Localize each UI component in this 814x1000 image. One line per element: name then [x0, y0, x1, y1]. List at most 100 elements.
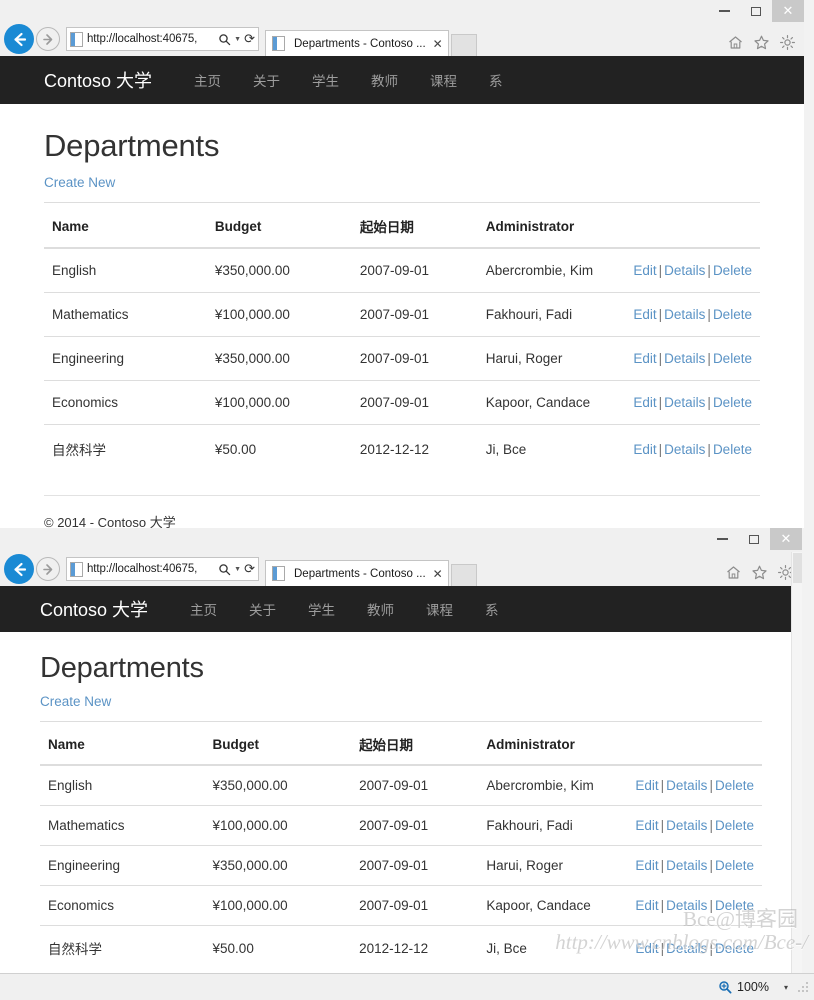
nav-item-departments[interactable]: 系 — [473, 70, 519, 90]
delete-link[interactable]: Delete — [713, 263, 752, 278]
back-button[interactable] — [4, 24, 34, 54]
edit-link[interactable]: Edit — [635, 858, 658, 873]
status-bar: 100% ▾ — [0, 973, 814, 1000]
edit-link[interactable]: Edit — [633, 351, 656, 366]
search-icon[interactable] — [218, 33, 231, 46]
cell-actions: Edit | Details | Delete — [625, 380, 760, 425]
site-brand[interactable]: Contoso 大学 — [40, 596, 148, 622]
delete-link[interactable]: Delete — [713, 395, 752, 410]
zoom-control[interactable]: 100% ▾ — [718, 980, 788, 994]
refresh-icon[interactable]: ⟳ — [244, 561, 255, 577]
scrollbar-thumb[interactable] — [793, 553, 802, 583]
address-url-text[interactable]: http://localhost:40675, — [87, 563, 218, 575]
forward-button[interactable] — [36, 27, 60, 51]
nav-item-students[interactable]: 学生 — [292, 599, 351, 619]
table-row: English ¥350,000.00 2007-09-01 Abercromb… — [40, 764, 762, 806]
delete-link[interactable]: Delete — [715, 858, 754, 873]
nav-item-about[interactable]: 关于 — [237, 70, 296, 90]
create-new-link[interactable]: Create New — [40, 694, 111, 709]
nav-item-departments[interactable]: 系 — [469, 599, 515, 619]
details-link[interactable]: Details — [664, 307, 705, 322]
details-link[interactable]: Details — [664, 395, 705, 410]
nav-item-instructors[interactable]: 教师 — [355, 70, 414, 90]
nav-item-about[interactable]: 关于 — [233, 599, 292, 619]
delete-link[interactable]: Delete — [715, 818, 754, 833]
nav-item-students[interactable]: 学生 — [296, 70, 355, 90]
details-link[interactable]: Details — [666, 898, 707, 913]
edit-link[interactable]: Edit — [635, 778, 658, 793]
minimize-button[interactable] — [706, 528, 738, 550]
details-link[interactable]: Details — [664, 263, 705, 278]
forward-button[interactable] — [36, 557, 60, 581]
delete-link[interactable]: Delete — [715, 778, 754, 793]
back-button[interactable] — [4, 554, 34, 584]
edit-link[interactable]: Edit — [633, 263, 656, 278]
action-separator: | — [707, 263, 711, 278]
details-link[interactable]: Details — [664, 351, 705, 366]
favorites-star-icon[interactable] — [753, 34, 770, 51]
cell-actions: Edit | Details | Delete — [627, 885, 762, 926]
delete-link[interactable]: Delete — [715, 941, 754, 956]
new-tab-button[interactable] — [450, 34, 477, 56]
delete-link[interactable]: Delete — [713, 351, 752, 366]
edit-link[interactable]: Edit — [633, 395, 656, 410]
create-new-link[interactable]: Create New — [44, 175, 115, 190]
details-link[interactable]: Details — [666, 858, 707, 873]
zoom-dropdown-icon[interactable]: ▾ — [784, 983, 788, 992]
details-link[interactable]: Details — [666, 818, 707, 833]
details-link[interactable]: Details — [666, 941, 707, 956]
column-header-budget: Budget — [204, 721, 352, 766]
edit-link[interactable]: Edit — [635, 818, 658, 833]
nav-item-home[interactable]: 主页 — [174, 599, 233, 619]
nav-item-courses[interactable]: 课程 — [414, 70, 473, 90]
maximize-button[interactable] — [740, 0, 772, 22]
action-separator: | — [709, 858, 713, 873]
cell-actions: Edit | Details | Delete — [627, 845, 762, 886]
details-link[interactable]: Details — [664, 442, 705, 457]
search-icon[interactable] — [218, 563, 231, 576]
address-bar-tools: ▼ ⟳ — [218, 561, 255, 577]
tab-close-icon[interactable]: ✕ — [433, 567, 443, 581]
resize-grip-icon[interactable] — [796, 980, 810, 994]
tab-departments[interactable]: Departments - Contoso ... ✕ — [265, 560, 449, 586]
tab-departments[interactable]: Departments - Contoso ... ✕ — [265, 30, 449, 56]
home-icon[interactable] — [727, 34, 744, 51]
settings-gear-icon[interactable] — [779, 34, 796, 51]
vertical-scrollbar[interactable] — [791, 552, 802, 973]
edit-link[interactable]: Edit — [633, 442, 656, 457]
address-bar[interactable]: http://localhost:40675, ▼ ⟳ — [66, 27, 259, 51]
cell-budget: ¥350,000.00 — [204, 764, 352, 806]
address-url-text[interactable]: http://localhost:40675, — [87, 33, 218, 45]
cell-administrator: Abercrombie, Kim — [478, 764, 628, 806]
site-brand[interactable]: Contoso 大学 — [44, 67, 152, 93]
table-body: English ¥350,000.00 2007-09-01 Abercromb… — [44, 247, 760, 473]
home-icon[interactable] — [725, 564, 742, 581]
new-tab-button[interactable] — [450, 564, 477, 586]
table-body: English ¥350,000.00 2007-09-01 Abercromb… — [40, 764, 762, 970]
close-button[interactable]: ✕ — [770, 528, 802, 550]
chevron-down-icon[interactable]: ▼ — [234, 36, 241, 43]
cell-name: Economics — [40, 885, 205, 926]
nav-item-home[interactable]: 主页 — [178, 70, 237, 90]
delete-link[interactable]: Delete — [713, 442, 752, 457]
edit-link[interactable]: Edit — [635, 941, 658, 956]
details-link[interactable]: Details — [666, 778, 707, 793]
delete-link[interactable]: Delete — [713, 307, 752, 322]
address-bar[interactable]: http://localhost:40675, ▼ ⟳ — [66, 557, 259, 581]
cell-budget: ¥100,000.00 — [206, 292, 352, 337]
nav-item-instructors[interactable]: 教师 — [351, 599, 410, 619]
refresh-icon[interactable]: ⟳ — [244, 31, 255, 47]
edit-link[interactable]: Edit — [633, 307, 656, 322]
edit-link[interactable]: Edit — [635, 898, 658, 913]
favorites-star-icon[interactable] — [751, 564, 768, 581]
column-header-actions — [627, 721, 762, 766]
maximize-button[interactable] — [738, 528, 770, 550]
close-button[interactable]: ✕ — [772, 0, 804, 22]
delete-link[interactable]: Delete — [715, 898, 754, 913]
page-content: Departments Create New Name Budget 起始日期 … — [0, 104, 804, 528]
nav-item-courses[interactable]: 课程 — [410, 599, 469, 619]
page-favicon-icon — [70, 31, 83, 47]
minimize-button[interactable] — [708, 0, 740, 22]
tab-close-icon[interactable]: ✕ — [433, 37, 443, 51]
chevron-down-icon[interactable]: ▼ — [234, 566, 241, 573]
